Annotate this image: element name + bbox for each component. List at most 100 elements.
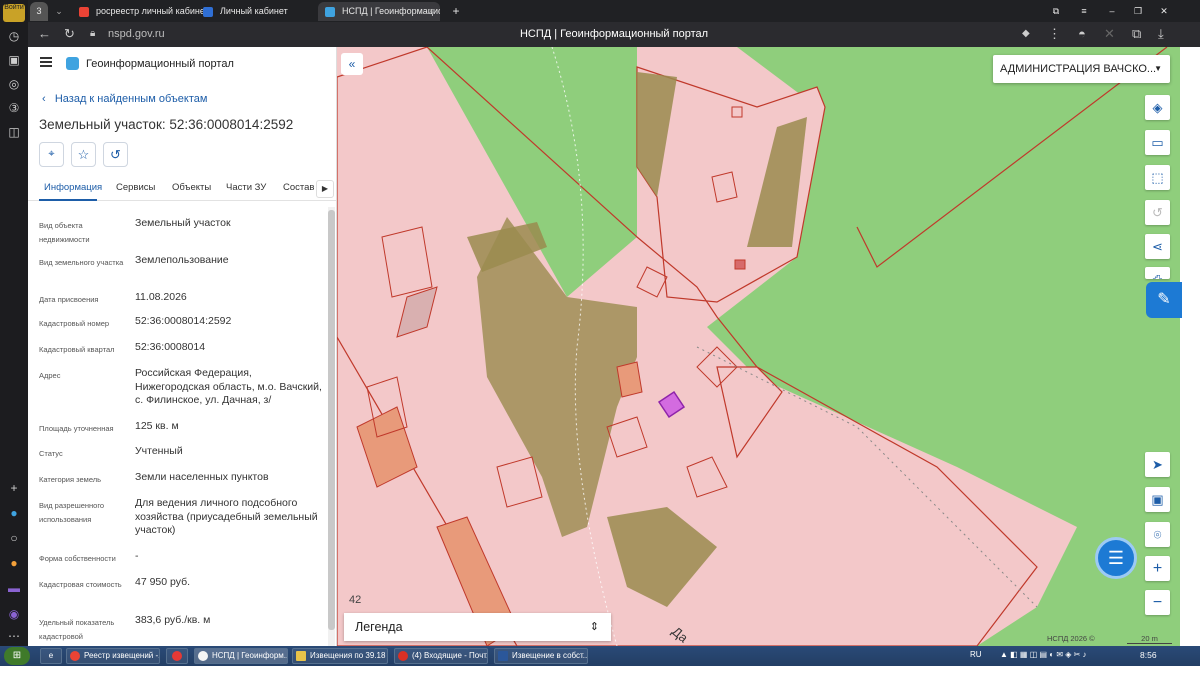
history-icon[interactable]: ◷ xyxy=(6,28,22,44)
layers-icon[interactable]: ◈ xyxy=(1145,95,1170,120)
field-value: Земли населенных пунктов xyxy=(135,471,269,483)
chat-button[interactable]: ☰ xyxy=(1095,537,1137,579)
close-window-icon[interactable]: ✕ xyxy=(1156,2,1172,21)
counter-icon[interactable]: ③ xyxy=(6,100,22,116)
app-icon[interactable]: ● xyxy=(6,555,22,571)
legend-select[interactable]: Легенда ⇕ xyxy=(344,613,611,641)
yandex-icon xyxy=(79,7,89,17)
taskbar-item[interactable]: Извещения по 39.18 xyxy=(292,648,388,664)
field-value: Для ведения личного подсобного хозяйства… xyxy=(135,497,318,536)
taskbar-item[interactable]: Реестр извещений -... xyxy=(66,648,160,664)
favorite-star-icon[interactable]: ☆ xyxy=(71,142,96,167)
app-icon[interactable]: ▬ xyxy=(6,580,22,596)
sort-arrows-icon: ⇕ xyxy=(589,621,599,633)
taskbar-item[interactable]: Извещение в собст... xyxy=(494,648,588,664)
mail-icon xyxy=(398,651,408,661)
zoom-in-icon[interactable]: + xyxy=(1145,556,1170,581)
picture-in-picture-icon[interactable]: ▣ xyxy=(1145,487,1170,512)
nspd-icon xyxy=(325,7,335,17)
extension-icon[interactable]: ⧉ xyxy=(1132,26,1141,42)
tab-cabinet[interactable]: Личный кабинет xyxy=(196,2,316,21)
tab-list-icon[interactable]: ⌄ xyxy=(52,2,66,21)
field-label: Кадастровая стоимость xyxy=(39,580,122,589)
restore-icon[interactable]: ❐ xyxy=(1130,2,1146,21)
map-view[interactable]: « АДМИНИСТРАЦИЯ ВАЧСКО...▼ ◈ ▭ ⬚ ↺ ⋖ ⎙ ➤… xyxy=(337,47,1180,646)
field-value: 125 кв. м xyxy=(135,420,179,432)
more-icon[interactable]: ⋯ xyxy=(6,628,22,644)
minimize-icon[interactable]: – xyxy=(1104,2,1120,21)
panel-scrollbar-thumb[interactable] xyxy=(328,210,335,630)
building xyxy=(616,361,643,398)
cadastral-map[interactable] xyxy=(337,47,1180,646)
field-label: Площадь уточненная xyxy=(39,424,114,433)
object-panel: Геоинформационный портал ‹ Назад к найде… xyxy=(28,47,337,646)
start-button[interactable]: ⊞ xyxy=(4,647,30,665)
history-icon[interactable]: ↺ xyxy=(103,142,128,167)
select-area-icon[interactable]: ⬚ xyxy=(1145,165,1170,190)
field-label: Статус xyxy=(39,449,63,458)
address-bar: ← ↻ 🔒︎ nspd.gov.ru НСПД | Геоинформацион… xyxy=(28,22,1200,47)
field-value: Российская Федерация, Нижегородская обла… xyxy=(135,367,322,406)
add-icon[interactable]: + xyxy=(6,480,22,496)
language-indicator[interactable]: RU xyxy=(970,650,982,659)
extension-icon[interactable]: ✕ xyxy=(1104,26,1115,42)
locate-object-button[interactable]: ⌖ xyxy=(39,142,64,167)
tray-icons[interactable]: ▲ ◧ ▦ ◫ ▤ ◐ ✉ ◈ ✂ ♪ xyxy=(1000,650,1087,659)
history-icon[interactable]: ↺ xyxy=(1145,200,1170,225)
login-button[interactable]: Войти xyxy=(3,4,25,22)
protect-icon[interactable]: ◓ xyxy=(1078,26,1086,41)
ie-icon[interactable]: e xyxy=(40,648,62,664)
scale-bar: 20 m xyxy=(1127,634,1172,644)
collections-icon[interactable]: ▣ xyxy=(6,52,22,68)
tab-nspd[interactable]: НСПД | Геоинформационный портал × xyxy=(318,2,440,21)
admin-select[interactable]: АДМИНИСТРАЦИЯ ВАЧСКО... ▼ xyxy=(993,55,1170,83)
pin-icon[interactable]: ⌾ xyxy=(1145,522,1170,547)
zoom-out-icon[interactable]: − xyxy=(1145,590,1170,615)
taskbar-item[interactable] xyxy=(166,648,188,664)
browser-sidebar: Войти ◷ ▣ ◎ ③ ◫ + ● ○ ● ▬ ◉ ⋯ xyxy=(0,0,28,646)
field-label: Кадастровый квартал xyxy=(39,345,115,354)
tabs-icon[interactable]: ⧉ xyxy=(1048,2,1064,21)
tab-parts[interactable]: Части ЗУ xyxy=(226,182,266,193)
app-icon[interactable]: ● xyxy=(6,505,22,521)
menu-icon[interactable]: ≡ xyxy=(1076,2,1092,21)
tab-objects[interactable]: Объекты xyxy=(172,182,211,193)
collapse-panel-button[interactable]: « xyxy=(341,53,363,75)
tab-bar: 3 ⌄ росреестр личный кабинет Личный каби… xyxy=(28,0,1200,22)
close-icon[interactable]: × xyxy=(429,2,434,21)
object-title: Земельный участок: 52:36:0008014:2592 xyxy=(39,117,294,132)
field-label: Вид разрешенного использования xyxy=(39,501,105,524)
taskbar-label: (4) Входящие - Почт... xyxy=(412,651,488,660)
clock[interactable]: 8:56 xyxy=(1140,650,1157,660)
field-value: Землепользование xyxy=(135,254,229,266)
tab-composition[interactable]: Состав xyxy=(283,182,314,193)
tab-counter[interactable]: 3 xyxy=(30,2,48,21)
taskbar-item[interactable]: (4) Входящие - Почт... xyxy=(394,648,488,664)
ruler-icon[interactable]: ▭ xyxy=(1145,130,1170,155)
field-label: Удельный показатель кадастровой xyxy=(39,618,115,641)
nspd-logo-icon xyxy=(66,57,79,70)
more-icon[interactable]: ⋮ xyxy=(1048,26,1061,42)
active-tab-indicator xyxy=(39,199,97,201)
field-label: Категория земель xyxy=(39,475,102,484)
alisa-icon[interactable]: ○ xyxy=(6,530,22,546)
locate-icon[interactable]: ➤ xyxy=(1145,452,1170,477)
tab-services[interactable]: Сервисы xyxy=(116,182,155,193)
menu-icon[interactable] xyxy=(40,57,52,67)
yandex-browser-icon xyxy=(198,651,208,661)
field-value: 383,6 руб./кв. м xyxy=(135,614,211,626)
back-link[interactable]: ‹ Назад к найденным объектам xyxy=(42,93,207,105)
assistant-icon[interactable]: ✎ xyxy=(1146,282,1182,318)
share-icon[interactable]: ⋖ xyxy=(1145,234,1170,259)
tab-information[interactable]: Информация xyxy=(44,182,102,193)
bookmark-icon[interactable]: ◆ xyxy=(1022,28,1030,39)
downloads-icon[interactable]: ◎ xyxy=(6,76,22,92)
app-icon[interactable]: ◉ xyxy=(6,606,22,622)
camera-icon[interactable]: ◫ xyxy=(6,124,22,140)
tabs-next-arrow-icon[interactable]: ▶ xyxy=(316,180,334,198)
taskbar-item[interactable]: НСПД | Геоинформ... xyxy=(194,648,288,664)
chrome-icon xyxy=(70,651,80,661)
new-tab-button[interactable]: + xyxy=(448,2,464,21)
print-icon[interactable]: ⎙ xyxy=(1145,267,1170,279)
download-icon[interactable]: ⤓ xyxy=(1158,26,1164,42)
